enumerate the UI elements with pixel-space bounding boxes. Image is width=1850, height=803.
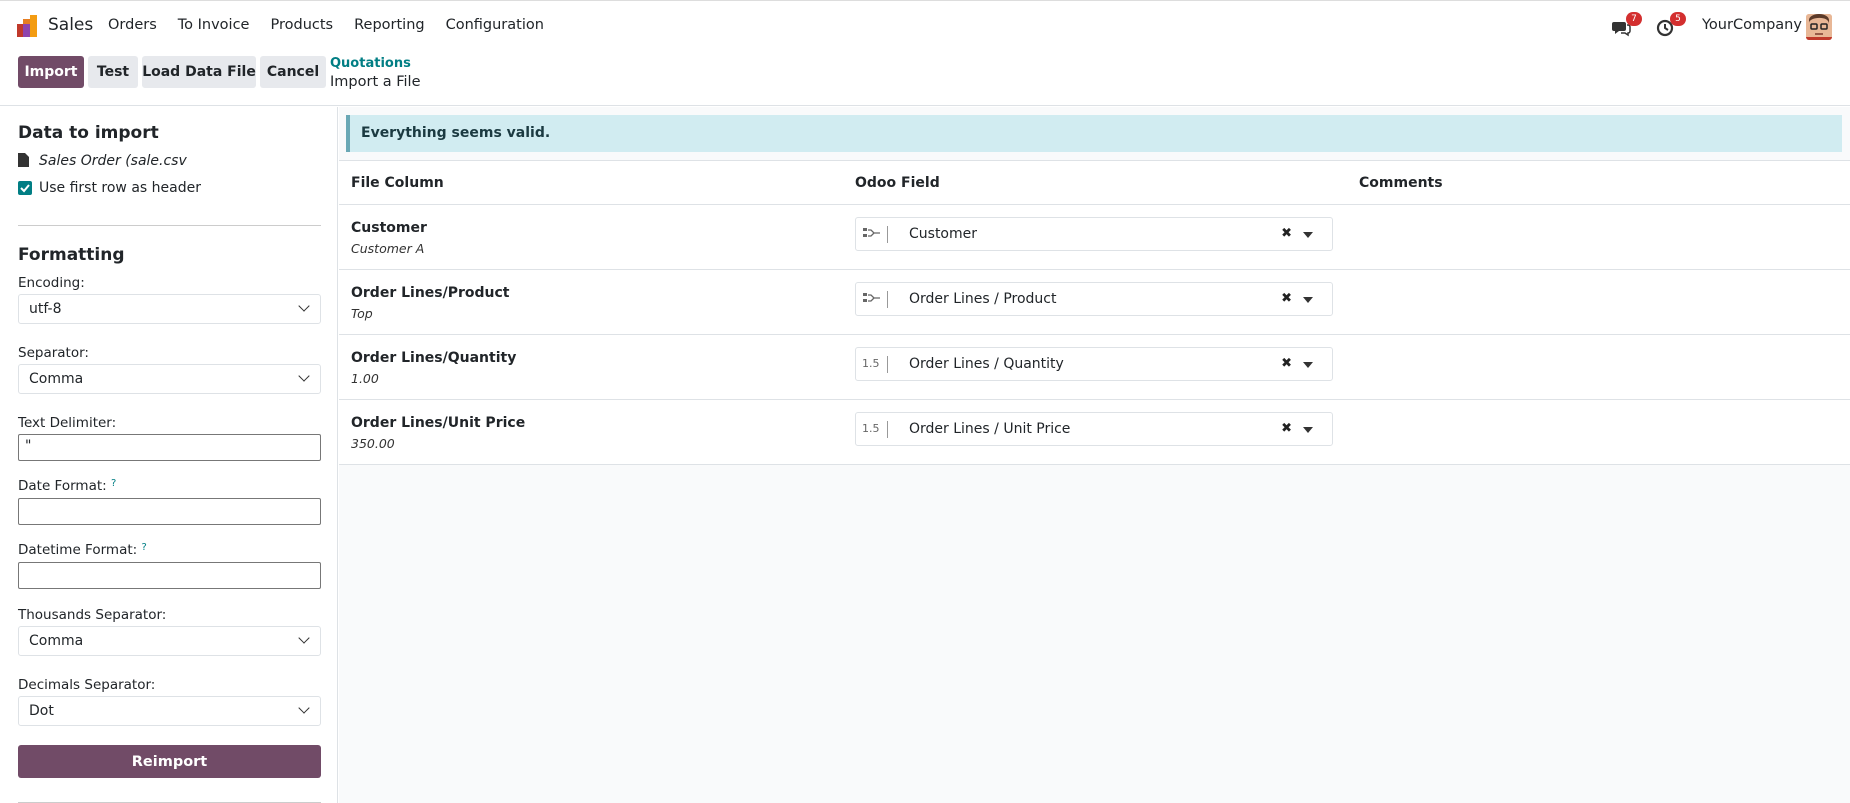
breadcrumb-quotations[interactable]: Quotations (330, 56, 411, 71)
odoo-field-select[interactable]: Order Lines / Product ✖ (855, 282, 1333, 316)
chevron-down-icon (298, 702, 310, 714)
table-row: Order Lines/Product Top Order Lines / Pr… (339, 270, 1850, 335)
divider (18, 225, 321, 226)
company-switcher[interactable]: YourCompany (1702, 17, 1802, 33)
odoo-field-value: Customer (909, 226, 978, 242)
file-column-name: Customer (351, 220, 427, 236)
separator-select[interactable]: Comma (18, 364, 321, 394)
float-type-icon: 1.5 (862, 356, 888, 373)
header-checkbox[interactable] (18, 181, 32, 195)
help-icon[interactable]: ? (141, 542, 146, 553)
chevron-down-icon (298, 370, 310, 382)
table-row: Customer Customer A Customer ✖ (339, 205, 1850, 270)
file-column-name: Order Lines/Unit Price (351, 415, 526, 431)
chevron-down-icon (298, 632, 310, 644)
odoo-field-value: Order Lines / Quantity (909, 356, 1064, 372)
separator-label: Separator: (18, 345, 89, 361)
activities-button[interactable]: 5 (1656, 12, 1686, 38)
messages-button[interactable]: 7 (1611, 12, 1642, 38)
odoo-field-select[interactable]: 1.5 Order Lines / Quantity ✖ (855, 347, 1333, 381)
validation-alert: Everything seems valid. (346, 115, 1842, 152)
file-column-sample: Top (351, 306, 373, 321)
relation-icon (862, 226, 888, 243)
odoo-field-value: Order Lines / Product (909, 291, 1057, 307)
text-delimiter-label: Text Delimiter: (18, 415, 117, 431)
encoding-value: utf-8 (29, 301, 62, 317)
file-icon (18, 153, 29, 167)
datetime-format-label-text: Datetime Format: (18, 542, 138, 558)
control-panel: Import Test Load Data File Cancel Quotat… (0, 52, 1850, 106)
check-icon (20, 184, 30, 193)
odoo-field-select[interactable]: 1.5 Order Lines / Unit Price ✖ (855, 412, 1333, 446)
header-comments: Comments (1359, 175, 1443, 191)
date-format-label-text: Date Format: (18, 478, 107, 494)
caret-down-icon[interactable] (1303, 362, 1313, 368)
file-column-name: Order Lines/Quantity (351, 350, 517, 366)
file-column-sample: 1.00 (351, 371, 379, 386)
table-row: Order Lines/Quantity 1.00 1.5 Order Line… (339, 335, 1850, 400)
load-data-file-button[interactable]: Load Data File (142, 56, 256, 88)
table-header: File Column Odoo Field Comments (339, 160, 1850, 205)
file-column-sample: 350.00 (351, 436, 395, 451)
header-odoo-field: Odoo Field (855, 175, 940, 191)
menu-reporting[interactable]: Reporting (354, 17, 425, 33)
caret-down-icon[interactable] (1303, 427, 1313, 433)
decimals-separator-value: Dot (29, 703, 54, 719)
text-delimiter-input[interactable]: " (18, 434, 321, 461)
avatar-image (1806, 14, 1832, 40)
file-name: Sales Order (sale.csv (39, 153, 187, 169)
datetime-format-label: Datetime Format: ? (18, 542, 147, 558)
sales-app-icon[interactable] (17, 15, 39, 37)
relation-icon (862, 291, 888, 308)
table-row: Order Lines/Unit Price 350.00 1.5 Order … (339, 400, 1850, 465)
encoding-label: Encoding: (18, 275, 85, 291)
clear-icon[interactable]: ✖ (1281, 356, 1292, 371)
file-column-name: Order Lines/Product (351, 285, 510, 301)
menu-to-invoice[interactable]: To Invoice (178, 17, 250, 33)
file-column-sample: Customer A (351, 241, 425, 256)
cancel-button[interactable]: Cancel (260, 56, 326, 88)
thousands-separator-value: Comma (29, 633, 84, 649)
caret-down-icon[interactable] (1303, 232, 1313, 238)
clear-icon[interactable]: ✖ (1281, 226, 1292, 241)
header-file-column: File Column (351, 175, 444, 191)
menu-orders[interactable]: Orders (108, 17, 157, 33)
decimals-separator-label: Decimals Separator: (18, 677, 156, 693)
import-preview: Everything seems valid. File Column Odoo… (339, 107, 1850, 803)
messages-badge: 7 (1626, 12, 1642, 26)
header-checkbox-label[interactable]: Use first row as header (39, 180, 201, 196)
encoding-select[interactable]: utf-8 (18, 294, 321, 324)
date-format-label: Date Format: ? (18, 478, 116, 494)
app-name[interactable]: Sales (48, 15, 93, 35)
odoo-field-select[interactable]: Customer ✖ (855, 217, 1333, 251)
float-type-icon: 1.5 (862, 421, 888, 438)
decimals-separator-select[interactable]: Dot (18, 696, 321, 726)
breadcrumb-current: Import a File (330, 74, 421, 90)
import-button[interactable]: Import (18, 56, 84, 88)
main-menu: Orders To Invoice Products Reporting Con… (108, 17, 565, 33)
odoo-field-value: Order Lines / Unit Price (909, 421, 1071, 437)
formatting-heading: Formatting (18, 245, 125, 265)
help-icon[interactable]: ? (111, 478, 116, 489)
date-format-input[interactable] (18, 498, 321, 525)
data-to-import-heading: Data to import (18, 123, 159, 143)
user-avatar[interactable] (1806, 14, 1832, 40)
menu-configuration[interactable]: Configuration (446, 17, 544, 33)
separator-value: Comma (29, 371, 84, 387)
datetime-format-input[interactable] (18, 562, 321, 589)
activities-badge: 5 (1670, 12, 1686, 26)
thousands-separator-select[interactable]: Comma (18, 626, 321, 656)
reimport-button[interactable]: Reimport (18, 745, 321, 778)
clear-icon[interactable]: ✖ (1281, 291, 1292, 306)
mapping-table: File Column Odoo Field Comments Customer… (339, 160, 1850, 465)
caret-down-icon[interactable] (1303, 297, 1313, 303)
test-button[interactable]: Test (88, 56, 138, 88)
top-navbar: Sales Orders To Invoice Products Reporti… (0, 0, 1850, 52)
menu-products[interactable]: Products (270, 17, 333, 33)
clear-icon[interactable]: ✖ (1281, 421, 1292, 436)
thousands-separator-label: Thousands Separator: (18, 607, 167, 623)
import-options-sidebar: Data to import Sales Order (sale.csv Use… (0, 107, 338, 803)
chevron-down-icon (298, 300, 310, 312)
